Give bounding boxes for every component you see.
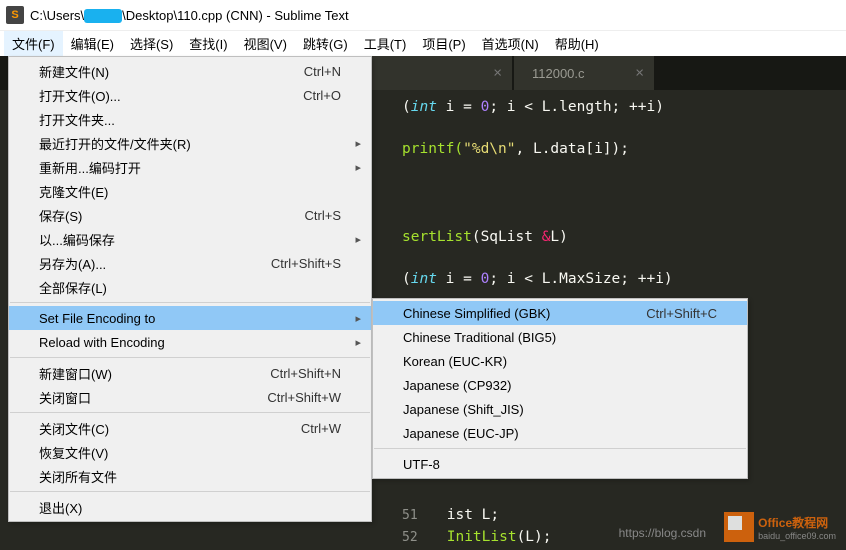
close-icon[interactable]: × xyxy=(635,65,644,82)
menu-item[interactable]: 另存为(A)...Ctrl+Shift+S xyxy=(9,251,371,275)
menubar: 文件(F) 编辑(E) 选择(S) 查找(I) 视图(V) 跳转(G) 工具(T… xyxy=(0,30,846,56)
code-token: int xyxy=(411,271,437,287)
menu-item[interactable]: 最近打开的文件/文件夹(R) xyxy=(9,131,371,155)
menu-item-label: 关闭文件(C) xyxy=(39,419,289,438)
menu-item[interactable]: Reload with Encoding xyxy=(9,330,371,354)
menu-item-label: 关闭窗口 xyxy=(39,388,255,407)
title-redacted xyxy=(84,9,122,23)
menu-item[interactable]: 全部保存(L) xyxy=(9,275,371,299)
submenu-item-label: Japanese (EUC-JP) xyxy=(403,426,717,441)
submenu-item[interactable]: Japanese (EUC-JP) xyxy=(373,421,747,445)
code-token: printf( xyxy=(402,141,463,157)
gutter-number: 52 xyxy=(402,527,438,548)
title-prefix: C:\Users\ xyxy=(30,8,84,23)
watermark-brand: Office教程网 xyxy=(758,516,828,530)
gutter-number: 51 xyxy=(402,505,438,526)
menu-item[interactable]: 退出(X) xyxy=(9,495,371,519)
menu-item-label: 退出(X) xyxy=(39,498,341,517)
submenu-item[interactable]: Korean (EUC-KR) xyxy=(373,349,747,373)
code-token: ( xyxy=(402,271,411,287)
submenu-item-label: Korean (EUC-KR) xyxy=(403,354,717,369)
title-suffix: \Desktop\110.cpp (CNN) - Sublime Text xyxy=(122,8,348,23)
submenu-item[interactable]: Japanese (CP932) xyxy=(373,373,747,397)
menu-item[interactable]: 克隆文件(E) xyxy=(9,179,371,203)
watermark: Office教程网 baidu_office09.com xyxy=(724,512,836,542)
menu-item-shortcut: Ctrl+Shift+N xyxy=(258,366,341,381)
close-icon[interactable]: × xyxy=(493,65,502,82)
watermark-url: https://blog.csdn xyxy=(619,526,706,540)
menu-find[interactable]: 查找(I) xyxy=(181,31,235,56)
menu-item[interactable]: 关闭所有文件 xyxy=(9,464,371,488)
menu-item-shortcut: Ctrl+Shift+W xyxy=(255,390,341,405)
menu-select[interactable]: 选择(S) xyxy=(122,31,181,56)
code-token: ist L; xyxy=(447,507,499,523)
submenu-item-label: Chinese Traditional (BIG5) xyxy=(403,330,717,345)
menu-item-label: 克隆文件(E) xyxy=(39,182,341,201)
code-token: sertList xyxy=(402,229,472,245)
menu-file[interactable]: 文件(F) xyxy=(4,31,63,56)
code-token: , L.data[i]); xyxy=(516,141,630,157)
encoding-submenu: Chinese Simplified (GBK)Ctrl+Shift+CChin… xyxy=(372,298,748,479)
menu-item-label: 打开文件夹... xyxy=(39,110,341,129)
menu-item-label: 恢复文件(V) xyxy=(39,443,341,462)
submenu-item-shortcut: Ctrl+Shift+C xyxy=(634,306,717,321)
menu-item-shortcut: Ctrl+Shift+S xyxy=(259,256,341,271)
file-dropdown: 新建文件(N)Ctrl+N打开文件(O)...Ctrl+O打开文件夹...最近打… xyxy=(8,56,372,522)
code-token: i = xyxy=(437,271,481,287)
menu-item-shortcut: Ctrl+W xyxy=(289,421,341,436)
menu-item-label: 打开文件(O)... xyxy=(39,86,291,105)
tab-label: 112000.c xyxy=(532,66,585,81)
submenu-item[interactable]: UTF-8 xyxy=(373,452,747,476)
menu-item-label: 以...编码保存 xyxy=(39,230,341,249)
submenu-item-label: Chinese Simplified (GBK) xyxy=(403,306,634,321)
menu-item-shortcut: Ctrl+N xyxy=(292,64,341,79)
tab-2[interactable]: 112000.c × xyxy=(514,56,654,90)
menu-item[interactable]: 关闭文件(C)Ctrl+W xyxy=(9,416,371,440)
menu-item-shortcut: Ctrl+O xyxy=(291,88,341,103)
menu-item-label: Reload with Encoding xyxy=(39,335,341,350)
menu-item-label: 另存为(A)... xyxy=(39,254,259,273)
menu-item[interactable]: 关闭窗口Ctrl+Shift+W xyxy=(9,385,371,409)
submenu-item-label: Japanese (Shift_JIS) xyxy=(403,402,717,417)
menu-item[interactable]: 恢复文件(V) xyxy=(9,440,371,464)
menu-item[interactable]: 以...编码保存 xyxy=(9,227,371,251)
menu-project[interactable]: 项目(P) xyxy=(414,31,473,56)
window-titlebar: C:\Users\ \Desktop\110.cpp (CNN) - Sublim… xyxy=(0,0,846,30)
code-token: "%d\n" xyxy=(463,141,515,157)
menu-item-label: 重新用...编码打开 xyxy=(39,158,341,177)
menu-preferences[interactable]: 首选项(N) xyxy=(474,31,547,56)
code-token: ; i < L.MaxSize; ++i) xyxy=(489,271,672,287)
menu-item-label: 新建文件(N) xyxy=(39,62,292,81)
menu-item[interactable]: 新建窗口(W)Ctrl+Shift+N xyxy=(9,361,371,385)
menu-item-label: 全部保存(L) xyxy=(39,278,341,297)
submenu-item-label: Japanese (CP932) xyxy=(403,378,717,393)
menu-item[interactable]: 打开文件(O)...Ctrl+O xyxy=(9,83,371,107)
submenu-item-label: UTF-8 xyxy=(403,457,717,472)
submenu-item[interactable]: Chinese Traditional (BIG5) xyxy=(373,325,747,349)
menu-item[interactable]: 打开文件夹... xyxy=(9,107,371,131)
menu-item-label: Set File Encoding to xyxy=(39,311,341,326)
menu-item-shortcut: Ctrl+S xyxy=(293,208,341,223)
submenu-item[interactable]: Chinese Simplified (GBK)Ctrl+Shift+C xyxy=(373,301,747,325)
menu-view[interactable]: 视图(V) xyxy=(236,31,295,56)
watermark-sub: baidu_office09.com xyxy=(758,531,836,541)
menu-tools[interactable]: 工具(T) xyxy=(356,31,415,56)
app-icon xyxy=(6,6,24,24)
menu-goto[interactable]: 跳转(G) xyxy=(295,31,356,56)
menu-item-label: 新建窗口(W) xyxy=(39,364,258,383)
menu-item[interactable]: 重新用...编码打开 xyxy=(9,155,371,179)
menu-item[interactable]: 新建文件(N)Ctrl+N xyxy=(9,59,371,83)
menu-item-label: 关闭所有文件 xyxy=(39,467,341,486)
menu-edit[interactable]: 编辑(E) xyxy=(63,31,122,56)
submenu-item[interactable]: Japanese (Shift_JIS) xyxy=(373,397,747,421)
office-logo-icon xyxy=(724,512,754,542)
menu-item[interactable]: 保存(S)Ctrl+S xyxy=(9,203,371,227)
menu-item-label: 最近打开的文件/文件夹(R) xyxy=(39,134,341,153)
menu-help[interactable]: 帮助(H) xyxy=(547,31,607,56)
menu-item-label: 保存(S) xyxy=(39,206,293,225)
tab-1[interactable]: × xyxy=(372,56,512,90)
menu-item[interactable]: Set File Encoding to xyxy=(9,306,371,330)
